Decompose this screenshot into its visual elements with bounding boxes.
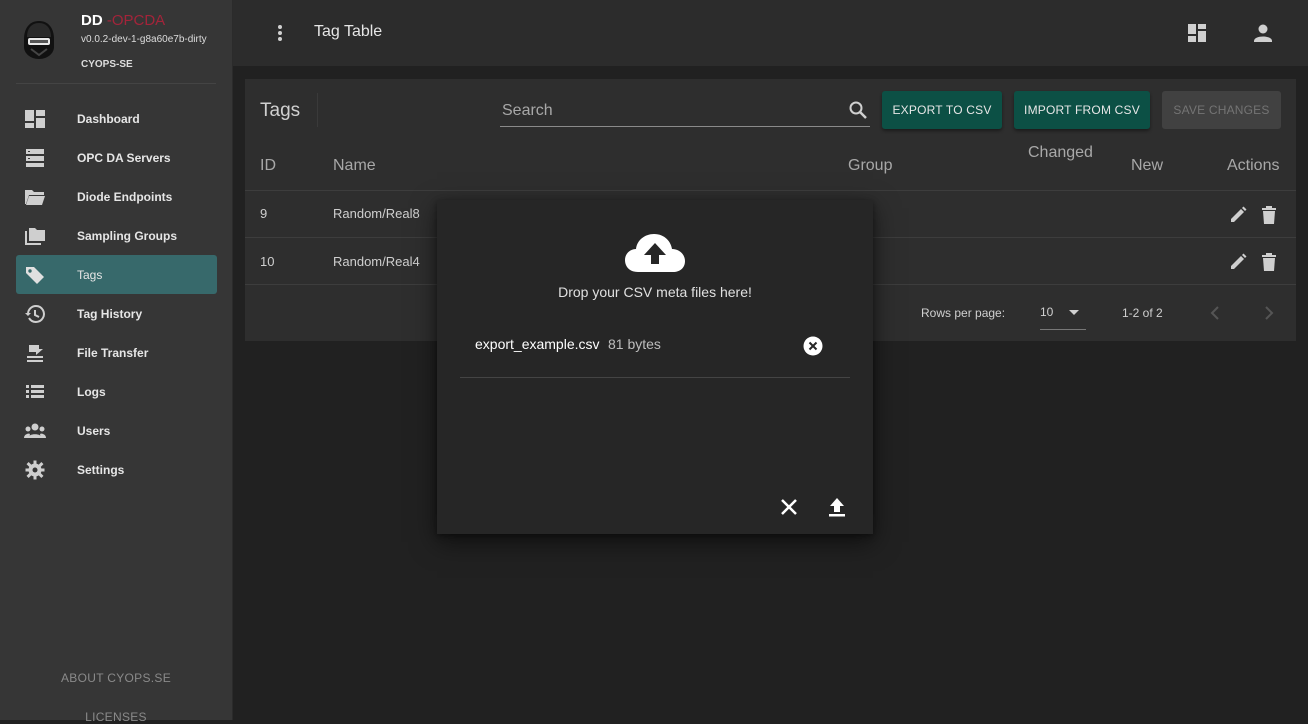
dashboard-icon [25,110,45,128]
header-divider [245,190,1296,191]
column-header-changed[interactable]: Changed [1028,144,1093,162]
folders-icon [25,228,45,245]
column-header-name[interactable]: Name [333,157,376,175]
file-list-divider [460,377,850,378]
edit-icon[interactable] [1228,252,1248,272]
list-icon [26,385,44,398]
sidebar-item-sampling-groups[interactable]: Sampling Groups [16,216,217,255]
import-csv-button[interactable]: IMPORT FROM CSV [1014,91,1150,129]
panel-title: Tags [260,100,301,121]
app-org: CYOPS-SE [81,59,133,70]
search-input[interactable] [500,96,834,126]
sidebar-item-users[interactable]: Users [16,411,217,450]
delete-icon[interactable] [1259,205,1279,225]
sidebar-item-label: Users [77,423,111,438]
gear-icon [25,460,45,480]
title-separator [317,93,318,127]
helmet-logo-icon [24,21,54,59]
cloud-upload-icon [625,234,685,272]
sidebar: DD -OPCDA v0.0.2-dev-1-g8a60e7b-dirty CY… [0,0,233,724]
file-transfer-icon [27,345,43,362]
sidebar-item-tag-history[interactable]: Tag History [16,294,217,333]
rows-per-page-label: Rows per page: [921,306,1006,320]
chevron-right-icon[interactable] [1262,305,1276,321]
save-changes-button[interactable]: SAVE CHANGES [1162,91,1281,129]
sidebar-item-opc-da-servers[interactable]: OPC DA Servers [16,138,217,177]
column-header-group[interactable]: Group [848,157,892,175]
top-app-bar: Tag Table [233,0,1308,66]
app-name: DD -OPCDA [81,12,166,29]
column-header-new[interactable]: New [1131,157,1163,175]
cell-name: Random/Real4 [333,254,420,269]
cell-id: 9 [260,206,268,221]
sidebar-item-label: File Transfer [77,345,149,360]
app-version: v0.0.2-dev-1-g8a60e7b-dirty [81,34,207,45]
page-title: Tag Table [314,23,383,40]
cell-id: 10 [260,254,275,269]
sidebar-item-label: Dashboard [77,111,140,126]
folder-open-icon [25,190,45,205]
sidebar-item-label: Sampling Groups [77,228,178,243]
app-name-accent: -OPCDA [106,12,166,29]
users-icon [24,423,46,438]
sidebar-item-label: OPC DA Servers [77,150,171,165]
licenses-link[interactable]: LICENSES [0,710,232,724]
sidebar-item-file-transfer[interactable]: File Transfer [16,333,217,372]
tag-icon [26,267,44,284]
sidebar-item-label: Diode Endpoints [77,189,173,204]
more-vert-icon[interactable] [271,22,289,44]
remove-file-icon[interactable] [803,336,823,356]
dashboard-layout-icon[interactable] [1184,20,1210,46]
column-header-actions: Actions [1227,157,1280,174]
cell-name: Random/Real8 [333,206,420,221]
brand-divider [16,83,216,84]
file-name: export_example.csv [475,336,600,352]
chevron-left-icon[interactable] [1208,305,1222,321]
csv-upload-dialog: Drop your CSV meta files here! export_ex… [437,200,873,534]
sidebar-item-logs[interactable]: Logs [16,372,217,411]
export-csv-button[interactable]: EXPORT TO CSV [882,91,1002,129]
sidebar-item-settings[interactable]: Settings [16,450,217,489]
about-link[interactable]: ABOUT CYOPS.SE [0,671,232,685]
close-icon[interactable] [777,495,801,519]
upload-icon[interactable] [825,495,849,519]
sidebar-item-label: Tags [77,267,103,282]
edit-icon[interactable] [1228,205,1248,225]
rows-per-page-select[interactable]: 10 [1040,297,1086,330]
column-header-id[interactable]: ID [260,157,276,175]
brand: DD -OPCDA v0.0.2-dev-1-g8a60e7b-dirty CY… [0,0,232,84]
sidebar-item-tags[interactable]: Tags [16,255,217,294]
search-field [500,96,870,127]
rows-per-page-value: 10 [1040,305,1054,319]
sidebar-item-label: Logs [77,384,106,399]
history-icon [25,305,45,323]
sidebar-item-label: Settings [77,462,125,477]
drop-zone-text[interactable]: Drop your CSV meta files here! [437,284,873,300]
delete-icon[interactable] [1259,252,1279,272]
server-icon [26,149,44,167]
sidebar-item-dashboard[interactable]: Dashboard [16,99,217,138]
account-icon[interactable] [1250,20,1276,46]
file-size: 81 bytes [608,336,661,352]
pagination-range: 1-2 of 2 [1122,306,1163,320]
chevron-down-icon [1069,310,1079,315]
search-icon[interactable] [848,100,868,120]
sidebar-nav: Dashboard OPC DA Servers Diode Endpoints… [16,99,217,489]
sidebar-item-label: Tag History [77,306,143,321]
sidebar-item-diode-endpoints[interactable]: Diode Endpoints [16,177,217,216]
